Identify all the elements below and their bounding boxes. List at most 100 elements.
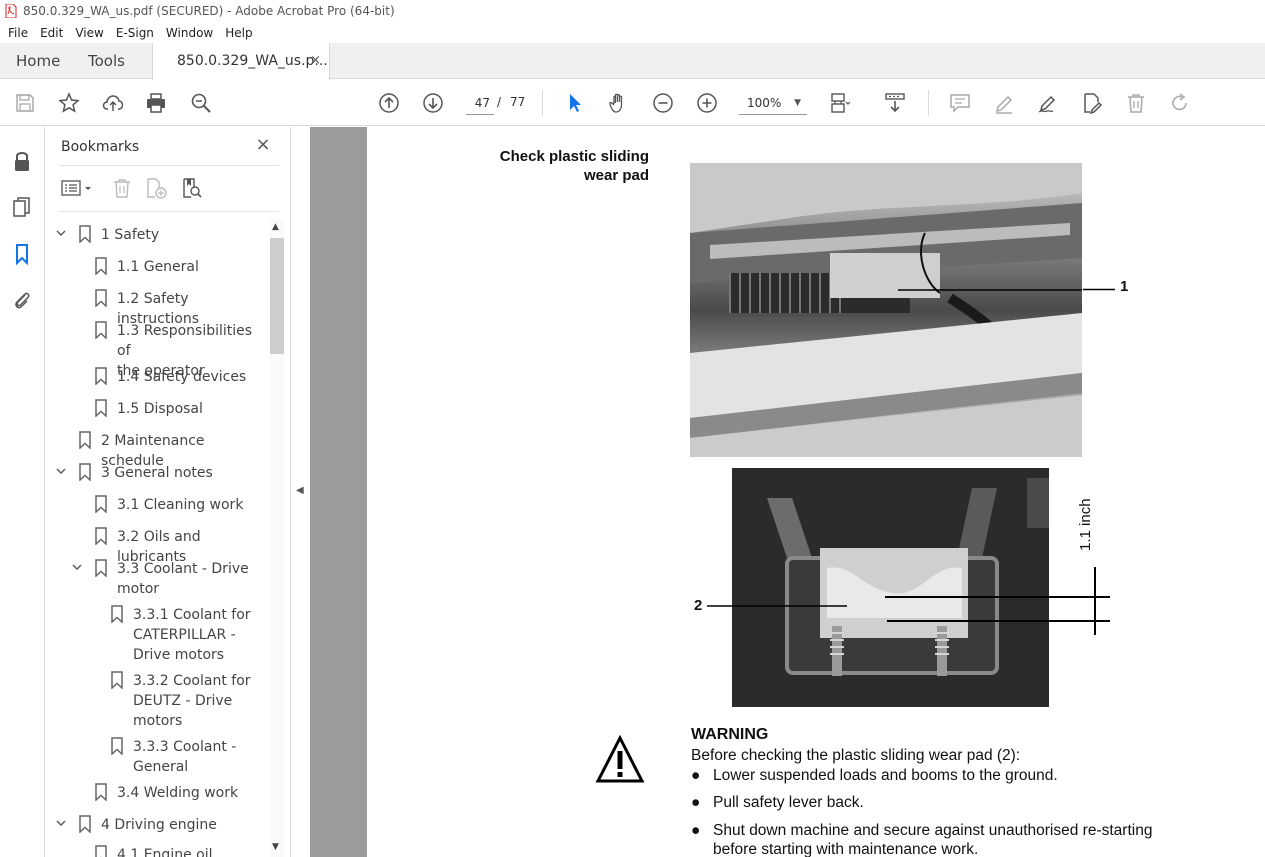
zoom-out-icon[interactable]	[650, 90, 676, 116]
bookmark-label-line: 4 Driving engine	[101, 817, 217, 833]
callout-2: 2	[694, 597, 703, 614]
bookmark-icon	[94, 559, 108, 578]
tab-bar: Home Tools 850.0.329_WA_us.p... ×	[0, 43, 1265, 80]
tab-close-icon[interactable]: ×	[310, 43, 321, 79]
bookmark-label: 3 General notes	[101, 463, 213, 483]
hand-tool-icon[interactable]	[606, 90, 632, 116]
chevron-down-icon[interactable]	[55, 465, 69, 479]
bookmark-label-line: 3.3 Coolant - Drive	[117, 561, 249, 577]
bookmark-icon	[110, 737, 124, 756]
scrollbar-thumb[interactable]	[270, 238, 284, 354]
fill-sign-icon[interactable]	[1035, 90, 1061, 116]
warning-item-text: Lower suspended loads and booms to the g…	[713, 767, 1058, 784]
bookmark-panel-icon[interactable]	[10, 242, 34, 266]
bookmark-label: 3.3.2 Coolant for DEUTZ - Drive motors	[133, 671, 251, 731]
menu-esign[interactable]: E-Sign	[110, 26, 160, 40]
scroll-up-icon[interactable]: ▲	[272, 222, 279, 232]
menu-help[interactable]: Help	[219, 26, 258, 40]
bookmark-label-line: 1.1 General	[117, 259, 199, 275]
bookmark-icon	[94, 399, 108, 418]
bookmark-label: 3.3.1 Coolant for CATERPILLAR - Drive moto…	[133, 605, 251, 665]
zoom-level-select[interactable]: 100% ▼	[739, 91, 807, 115]
delete-icon[interactable]	[1123, 90, 1149, 116]
chevron-down-icon[interactable]	[55, 227, 69, 241]
edit-pdf-icon[interactable]	[1079, 90, 1105, 116]
close-icon[interactable]: ×	[253, 135, 273, 155]
bookmark-label-line: 1 Safety	[101, 227, 160, 243]
bookmark-tools	[59, 175, 279, 203]
attachment-icon[interactable]	[10, 288, 34, 312]
bookmark-icon	[94, 367, 108, 386]
select-cursor-icon[interactable]	[562, 90, 588, 116]
bookmark-label: 3.3.3 Coolant - General	[133, 737, 236, 777]
panel-divider-2	[59, 211, 279, 212]
bookmark-label: 4 Driving engine	[101, 815, 217, 835]
bookmark-icon	[94, 845, 108, 857]
main-toolbar: 47 / 77 100% ▼	[0, 80, 1265, 126]
zoom-search-icon[interactable]	[188, 90, 214, 116]
tab-tools[interactable]: Tools	[88, 43, 125, 79]
warning-sign-icon	[595, 735, 645, 783]
bookmark-label: 1 Safety	[101, 225, 159, 245]
bookmark-label: 4.1 Engine oil	[117, 845, 213, 857]
page-display-icon[interactable]	[828, 90, 854, 116]
tab-home[interactable]: Home	[16, 43, 60, 79]
bullet-icon: ●	[691, 794, 701, 811]
collapse-panel-icon[interactable]: ◀	[296, 485, 304, 496]
scroll-mode-icon[interactable]	[882, 90, 908, 116]
bookmark-label: 1.1 General	[117, 257, 199, 277]
save-icon[interactable]	[12, 90, 38, 116]
previous-page-icon[interactable]	[376, 90, 402, 116]
bookmark-label-line: 3.3.2 Coolant for	[133, 673, 251, 689]
panel-splitter[interactable]: ◀	[291, 127, 310, 857]
tab-document[interactable]: 850.0.329_WA_us.p... ×	[152, 43, 330, 80]
warning-item-text: Pull safety lever back.	[713, 794, 864, 811]
print-icon[interactable]	[143, 90, 169, 116]
bookmark-label-line: 3.3.1 Coolant for	[133, 607, 251, 623]
bookmark-icon	[110, 605, 124, 624]
bookmark-options-icon[interactable]	[59, 175, 95, 201]
chevron-down-icon[interactable]	[55, 817, 69, 831]
document-view[interactable]: Check plastic sliding wear pad 1 2 1.1 i…	[310, 127, 1265, 857]
menu-window[interactable]: Window	[160, 26, 219, 40]
upload-cloud-icon[interactable]	[100, 90, 126, 116]
bookmark-label: 1.4 Safety devices	[117, 367, 246, 387]
zoom-in-icon[interactable]	[694, 90, 720, 116]
pdf-file-icon	[5, 4, 17, 18]
bookmark-scrollbar[interactable]: ▲ ▼	[270, 220, 284, 857]
menu-file[interactable]: File	[2, 26, 34, 40]
bookmark-label: 3.1 Cleaning work	[117, 495, 243, 515]
new-bookmark-icon[interactable]	[143, 175, 169, 201]
heading-line-2: wear pad	[583, 167, 649, 184]
bookmark-label-line: 3.4 Welding work	[117, 785, 239, 801]
current-page-input[interactable]: 47	[466, 91, 494, 115]
warning-item-text: before starting with maintenance work.	[713, 841, 979, 857]
bookmark-label-line: 3 General notes	[101, 465, 213, 481]
star-icon[interactable]	[56, 90, 82, 116]
redo-icon[interactable]	[1167, 90, 1193, 116]
warning-item-text: Shut down machine and secure against una…	[713, 822, 1153, 839]
photo-machine-underside	[690, 163, 1082, 457]
bookmark-icon	[94, 527, 108, 546]
scroll-down-icon[interactable]: ▼	[272, 842, 279, 852]
menu-bar: File Edit View E-Sign Window Help	[0, 22, 1265, 43]
chevron-down-icon[interactable]	[71, 561, 85, 575]
next-page-icon[interactable]	[420, 90, 446, 116]
page-thumbnails-icon[interactable]	[10, 195, 34, 219]
bookmark-label-line: 1.5 Disposal	[117, 401, 203, 417]
bullet-icon: ●	[691, 822, 701, 839]
menu-view[interactable]: View	[69, 26, 109, 40]
lock-icon[interactable]	[10, 149, 34, 173]
find-bookmark-icon[interactable]	[179, 175, 205, 201]
panel-divider	[59, 165, 279, 166]
delete-bookmark-icon[interactable]	[109, 175, 135, 201]
heading-line-1: Check plastic sliding	[499, 148, 649, 165]
warning-title: WARNING	[691, 726, 769, 743]
comment-icon[interactable]	[947, 90, 973, 116]
bookmark-icon	[94, 289, 108, 308]
bookmark-icon	[94, 495, 108, 514]
menu-edit[interactable]: Edit	[34, 26, 69, 40]
chevron-down-icon: ▼	[794, 98, 801, 108]
bookmark-icon	[94, 257, 108, 276]
highlight-pen-icon[interactable]	[991, 90, 1017, 116]
